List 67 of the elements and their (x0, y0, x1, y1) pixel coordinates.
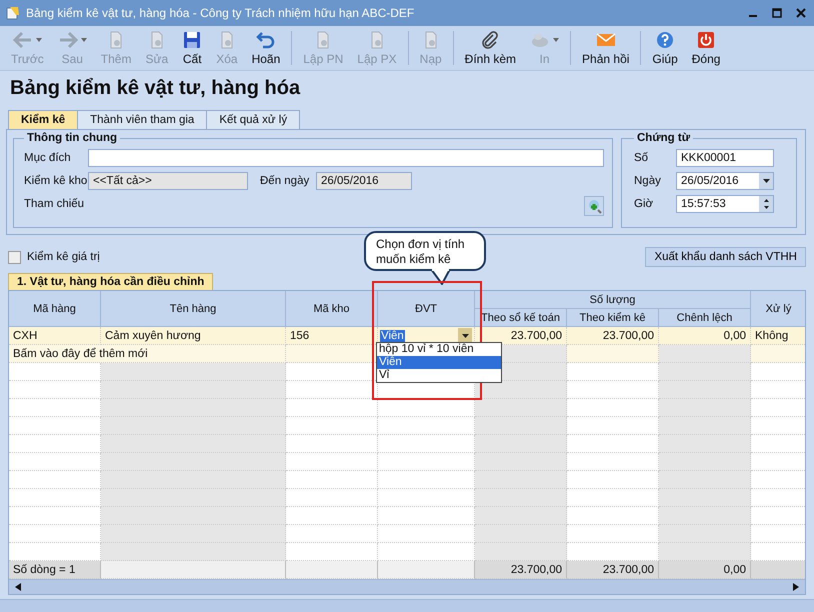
table-cell (751, 345, 805, 363)
dropdown-option[interactable]: hộp 10 vỉ * 10 viên (377, 343, 501, 356)
magnifier-plus-icon (586, 198, 602, 214)
table-cell: Không (751, 327, 805, 345)
table-cell: 23.700,00 (567, 327, 659, 345)
spin-arrows-icon (764, 198, 768, 210)
toolbar-button[interactable]: Đóng (684, 28, 728, 68)
field-value: 15:57:53 (681, 198, 726, 210)
table-cell: CXH (9, 327, 101, 345)
tab[interactable]: Kết quả xử lý (206, 110, 300, 129)
footer-cell: 0,00 (659, 561, 751, 579)
toolbar-button[interactable]: Giúp (645, 28, 685, 68)
tab[interactable]: Thành viên tham gia (77, 110, 208, 129)
column-group-header: Số lượng (475, 291, 751, 309)
maximize-icon[interactable] (772, 8, 782, 18)
app-icon (6, 6, 20, 20)
checkbox-label: Kiểm kê giá trị (27, 251, 100, 263)
field-label: Số (634, 152, 650, 164)
toolbar-button[interactable]: Cất (175, 28, 210, 68)
toolbar-button[interactable]: Phản hồi (575, 28, 636, 68)
table-cell: 0,00 (659, 327, 751, 345)
scroll-right-icon[interactable] (793, 583, 799, 591)
field-value: KKK00001 (681, 152, 736, 164)
checkbox[interactable] (8, 250, 21, 264)
field-label: Mục đích (24, 152, 72, 164)
dropdown-option[interactable]: Vỉ (377, 369, 501, 382)
voucher-field[interactable]: KKK00001 (676, 149, 774, 167)
export-button[interactable]: Xuất khẩu danh sách VTHH (645, 247, 806, 267)
field-label: Tham chiếu (24, 198, 86, 210)
add-reference-button[interactable] (584, 196, 604, 216)
unit-value[interactable]: Viên (380, 330, 405, 342)
footer-cell: Số dòng = 1 (9, 561, 101, 579)
dropdown-option[interactable]: Viên (377, 356, 501, 369)
caret-down-icon (462, 334, 468, 338)
voucher-field[interactable]: 26/05/2016 (676, 172, 774, 190)
dropdown-button[interactable] (458, 328, 472, 343)
toolbar-button[interactable]: Đính kèm (458, 28, 524, 68)
page-heading: Bảng kiểm kê vật tư, hàng hóa (9, 76, 302, 101)
window-title: Bảng kiểm kê vật tư, hàng hóa - Công ty Trách nhiệm hữu hạn ABC-DEF (26, 6, 416, 20)
dropdown-button[interactable] (759, 173, 773, 189)
group-title: Thông tin chung (26, 132, 118, 144)
to-date-field[interactable]: 26/05/2016 (316, 172, 412, 190)
grid-tab[interactable]: 1. Vật tư, hàng hóa cần điều chỉnh (8, 273, 214, 290)
group-title: Chứng từ (636, 132, 692, 144)
table-cell: Cảm xuyên hương (101, 327, 286, 345)
horizontal-scrollbar[interactable] (9, 579, 805, 594)
footer-cell (751, 561, 805, 579)
spin-button[interactable] (759, 196, 773, 212)
field-value: 26/05/2016 (681, 175, 739, 187)
field-label: Giờ (634, 198, 654, 210)
field-label: Kiểm kê kho (24, 175, 88, 187)
table-cell: 156 (286, 327, 378, 345)
field-label: Ngày (634, 175, 662, 187)
caret-down-icon (762, 179, 770, 183)
toolbar-button[interactable]: Hoãn (244, 28, 288, 68)
new-row-hint[interactable]: Bấm vào đây để thêm mới (9, 345, 286, 363)
voucher-field[interactable]: 15:57:53 (676, 195, 774, 213)
field-label: Đến ngày (260, 175, 310, 187)
scroll-left-icon[interactable] (15, 583, 21, 591)
callout-text: Chọn đơn vị tính muốn kiểm kê (376, 237, 465, 266)
close-icon[interactable] (796, 8, 806, 18)
purpose-field[interactable] (88, 149, 604, 167)
tab[interactable]: Kiểm kê (8, 110, 78, 129)
footer-cell: 23.700,00 (475, 561, 567, 579)
table-cell: 23.700,00 (475, 327, 567, 345)
footer-cell: 23.700,00 (567, 561, 659, 579)
warehouse-field[interactable]: <<Tất cả>> (88, 172, 248, 190)
